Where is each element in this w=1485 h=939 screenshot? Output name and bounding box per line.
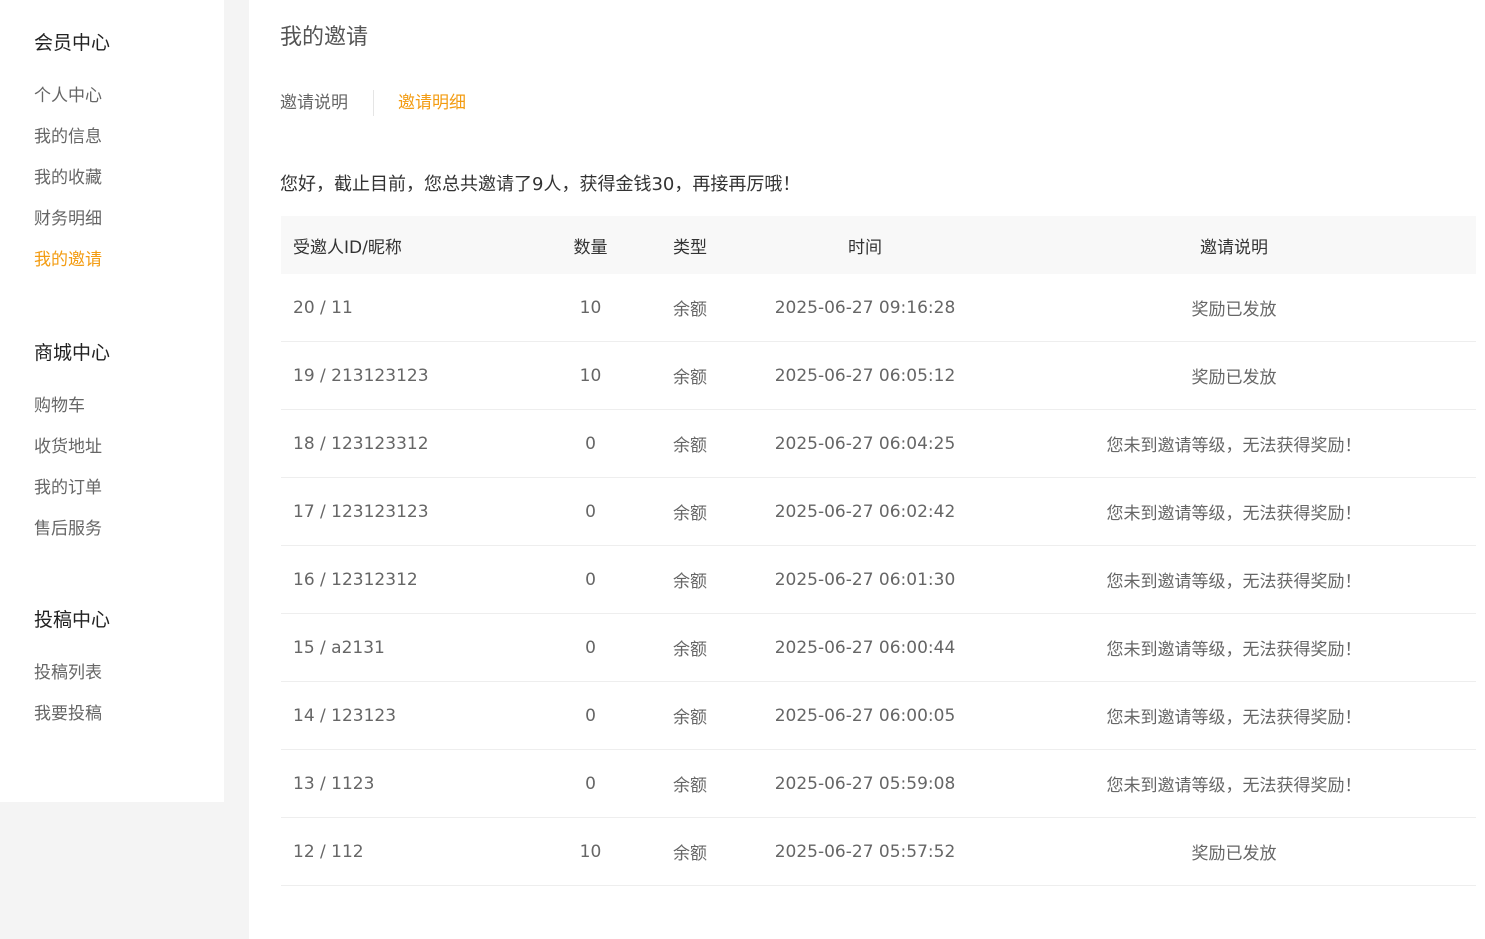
cell-type: 余额 xyxy=(673,504,707,524)
tab-invitation-rules[interactable]: 邀请说明 xyxy=(280,90,348,116)
column-header-description: 邀请说明 xyxy=(1200,237,1268,258)
sidebar-item-my-info[interactable]: 我的信息 xyxy=(34,125,110,149)
cell-description: 奖励已发放 xyxy=(1191,844,1277,864)
cell-invitee: 16 / 12312312 xyxy=(293,569,418,590)
tab-divider xyxy=(373,90,374,116)
cell-amount: 0 xyxy=(585,433,596,454)
cell-amount: 10 xyxy=(579,365,602,386)
sidebar-section-submission: 投稿中心 投稿列表 我要投稿 xyxy=(0,608,110,726)
cell-amount: 0 xyxy=(585,637,596,658)
column-header-type: 类型 xyxy=(673,237,707,258)
cell-amount: 0 xyxy=(585,773,596,794)
cell-description: 您未到邀请等级，无法获得奖励！ xyxy=(1106,640,1362,660)
cell-type: 余额 xyxy=(673,708,707,728)
tab-bar: 邀请说明 邀请明细 xyxy=(280,90,466,116)
cell-invitee: 17 / 123123123 xyxy=(293,501,429,522)
sidebar-item-finance-details[interactable]: 财务明细 xyxy=(34,207,110,231)
cell-time: 2025-06-27 06:05:12 xyxy=(774,365,956,386)
cell-time: 2025-06-27 06:00:44 xyxy=(774,637,956,658)
sidebar-heading-member: 会员中心 xyxy=(34,32,111,54)
sidebar-item-submission-list[interactable]: 投稿列表 xyxy=(34,661,110,685)
cell-type: 余额 xyxy=(673,844,707,864)
sidebar-section-mall: 商城中心 购物车 收货地址 我的订单 售后服务 xyxy=(0,341,110,541)
cell-time: 2025-06-27 05:57:52 xyxy=(774,841,956,862)
table-row: 19 / 213123123 10 余额 2025-06-27 06:05:12… xyxy=(281,342,1476,410)
sidebar-item-my-favorites[interactable]: 我的收藏 xyxy=(34,166,110,190)
sidebar-item-after-sales[interactable]: 售后服务 xyxy=(34,517,110,541)
cell-time: 2025-06-27 06:00:05 xyxy=(774,705,956,726)
sidebar-heading-mall: 商城中心 xyxy=(34,342,111,364)
cell-time: 2025-06-27 05:59:08 xyxy=(774,773,956,794)
invitation-summary: 您好，截止目前，您总共邀请了9人，获得金钱30，再接再厉哦！ xyxy=(280,174,801,195)
sidebar-item-my-invitations[interactable]: 我的邀请 xyxy=(34,248,110,272)
cell-invitee: 18 / 123123312 xyxy=(293,433,429,454)
sidebar-item-submit[interactable]: 我要投稿 xyxy=(34,702,110,726)
sidebar-heading-submission: 投稿中心 xyxy=(34,609,111,631)
cell-time: 2025-06-27 06:04:25 xyxy=(774,433,956,454)
sidebar-section-member: 会员中心 个人中心 我的信息 我的收藏 财务明细 我的邀请 xyxy=(0,31,110,272)
table-row: 20 / 11 10 余额 2025-06-27 09:16:28 奖励已发放 xyxy=(281,274,1476,342)
column-header-amount: 数量 xyxy=(573,237,608,258)
cell-type: 余额 xyxy=(673,776,707,796)
cell-time: 2025-06-27 06:01:30 xyxy=(774,569,956,590)
cell-description: 您未到邀请等级，无法获得奖励！ xyxy=(1106,776,1362,796)
column-header-time: 时间 xyxy=(848,237,882,258)
cell-description: 您未到邀请等级，无法获得奖励！ xyxy=(1106,708,1362,728)
cell-description: 您未到邀请等级，无法获得奖励！ xyxy=(1106,504,1362,524)
cell-time: 2025-06-27 09:16:28 xyxy=(774,297,956,318)
cell-amount: 10 xyxy=(579,841,602,862)
cell-invitee: 20 / 11 xyxy=(293,297,353,318)
cell-description: 奖励已发放 xyxy=(1191,368,1277,388)
table-row: 12 / 112 10 余额 2025-06-27 05:57:52 奖励已发放 xyxy=(281,818,1476,886)
tab-invitation-details[interactable]: 邀请明细 xyxy=(398,90,466,116)
cell-amount: 0 xyxy=(585,569,596,590)
table-row: 13 / 1123 0 余额 2025-06-27 05:59:08 您未到邀请… xyxy=(281,750,1476,818)
cell-type: 余额 xyxy=(673,436,707,456)
sidebar: 会员中心 个人中心 我的信息 我的收藏 财务明细 我的邀请 商城中心 购物车 收… xyxy=(0,0,224,802)
cell-time: 2025-06-27 06:02:42 xyxy=(774,501,956,522)
sidebar-item-my-orders[interactable]: 我的订单 xyxy=(34,476,110,500)
cell-invitee: 14 / 123123 xyxy=(293,705,397,726)
sidebar-item-personal-center[interactable]: 个人中心 xyxy=(34,84,110,108)
sidebar-item-cart[interactable]: 购物车 xyxy=(34,394,110,418)
page-title: 我的邀请 xyxy=(280,25,369,50)
cell-description: 您未到邀请等级，无法获得奖励！ xyxy=(1106,436,1362,456)
table-row: 18 / 123123312 0 余额 2025-06-27 06:04:25 … xyxy=(281,410,1476,478)
cell-invitee: 13 / 1123 xyxy=(293,773,375,794)
column-header-invitee: 受邀人ID/昵称 xyxy=(293,237,402,258)
main-content: 我的邀请 邀请说明 邀请明细 您好，截止目前，您总共邀请了9人，获得金钱30，再… xyxy=(249,0,1485,939)
cell-type: 余额 xyxy=(673,572,707,592)
cell-amount: 0 xyxy=(585,705,596,726)
cell-description: 您未到邀请等级，无法获得奖励！ xyxy=(1106,572,1362,592)
table-row: 14 / 123123 0 余额 2025-06-27 06:00:05 您未到… xyxy=(281,682,1476,750)
table-header: 受邀人ID/昵称 数量 类型 时间 邀请说明 xyxy=(281,216,1476,274)
table-row: 15 / a2131 0 余额 2025-06-27 06:00:44 您未到邀… xyxy=(281,614,1476,682)
cell-amount: 10 xyxy=(579,297,602,318)
cell-invitee: 12 / 112 xyxy=(293,841,364,862)
table-row: 16 / 12312312 0 余额 2025-06-27 06:01:30 您… xyxy=(281,546,1476,614)
cell-type: 余额 xyxy=(673,368,707,388)
invitation-table: 受邀人ID/昵称 数量 类型 时间 邀请说明 20 / 11 10 余额 202… xyxy=(281,216,1476,886)
cell-description: 奖励已发放 xyxy=(1191,300,1277,320)
cell-invitee: 15 / a2131 xyxy=(293,637,385,658)
sidebar-item-shipping-address[interactable]: 收货地址 xyxy=(34,435,110,459)
cell-invitee: 19 / 213123123 xyxy=(293,365,429,386)
table-row: 17 / 123123123 0 余额 2025-06-27 06:02:42 … xyxy=(281,478,1476,546)
cell-type: 余额 xyxy=(673,300,707,320)
cell-type: 余额 xyxy=(673,640,707,660)
cell-amount: 0 xyxy=(585,501,596,522)
